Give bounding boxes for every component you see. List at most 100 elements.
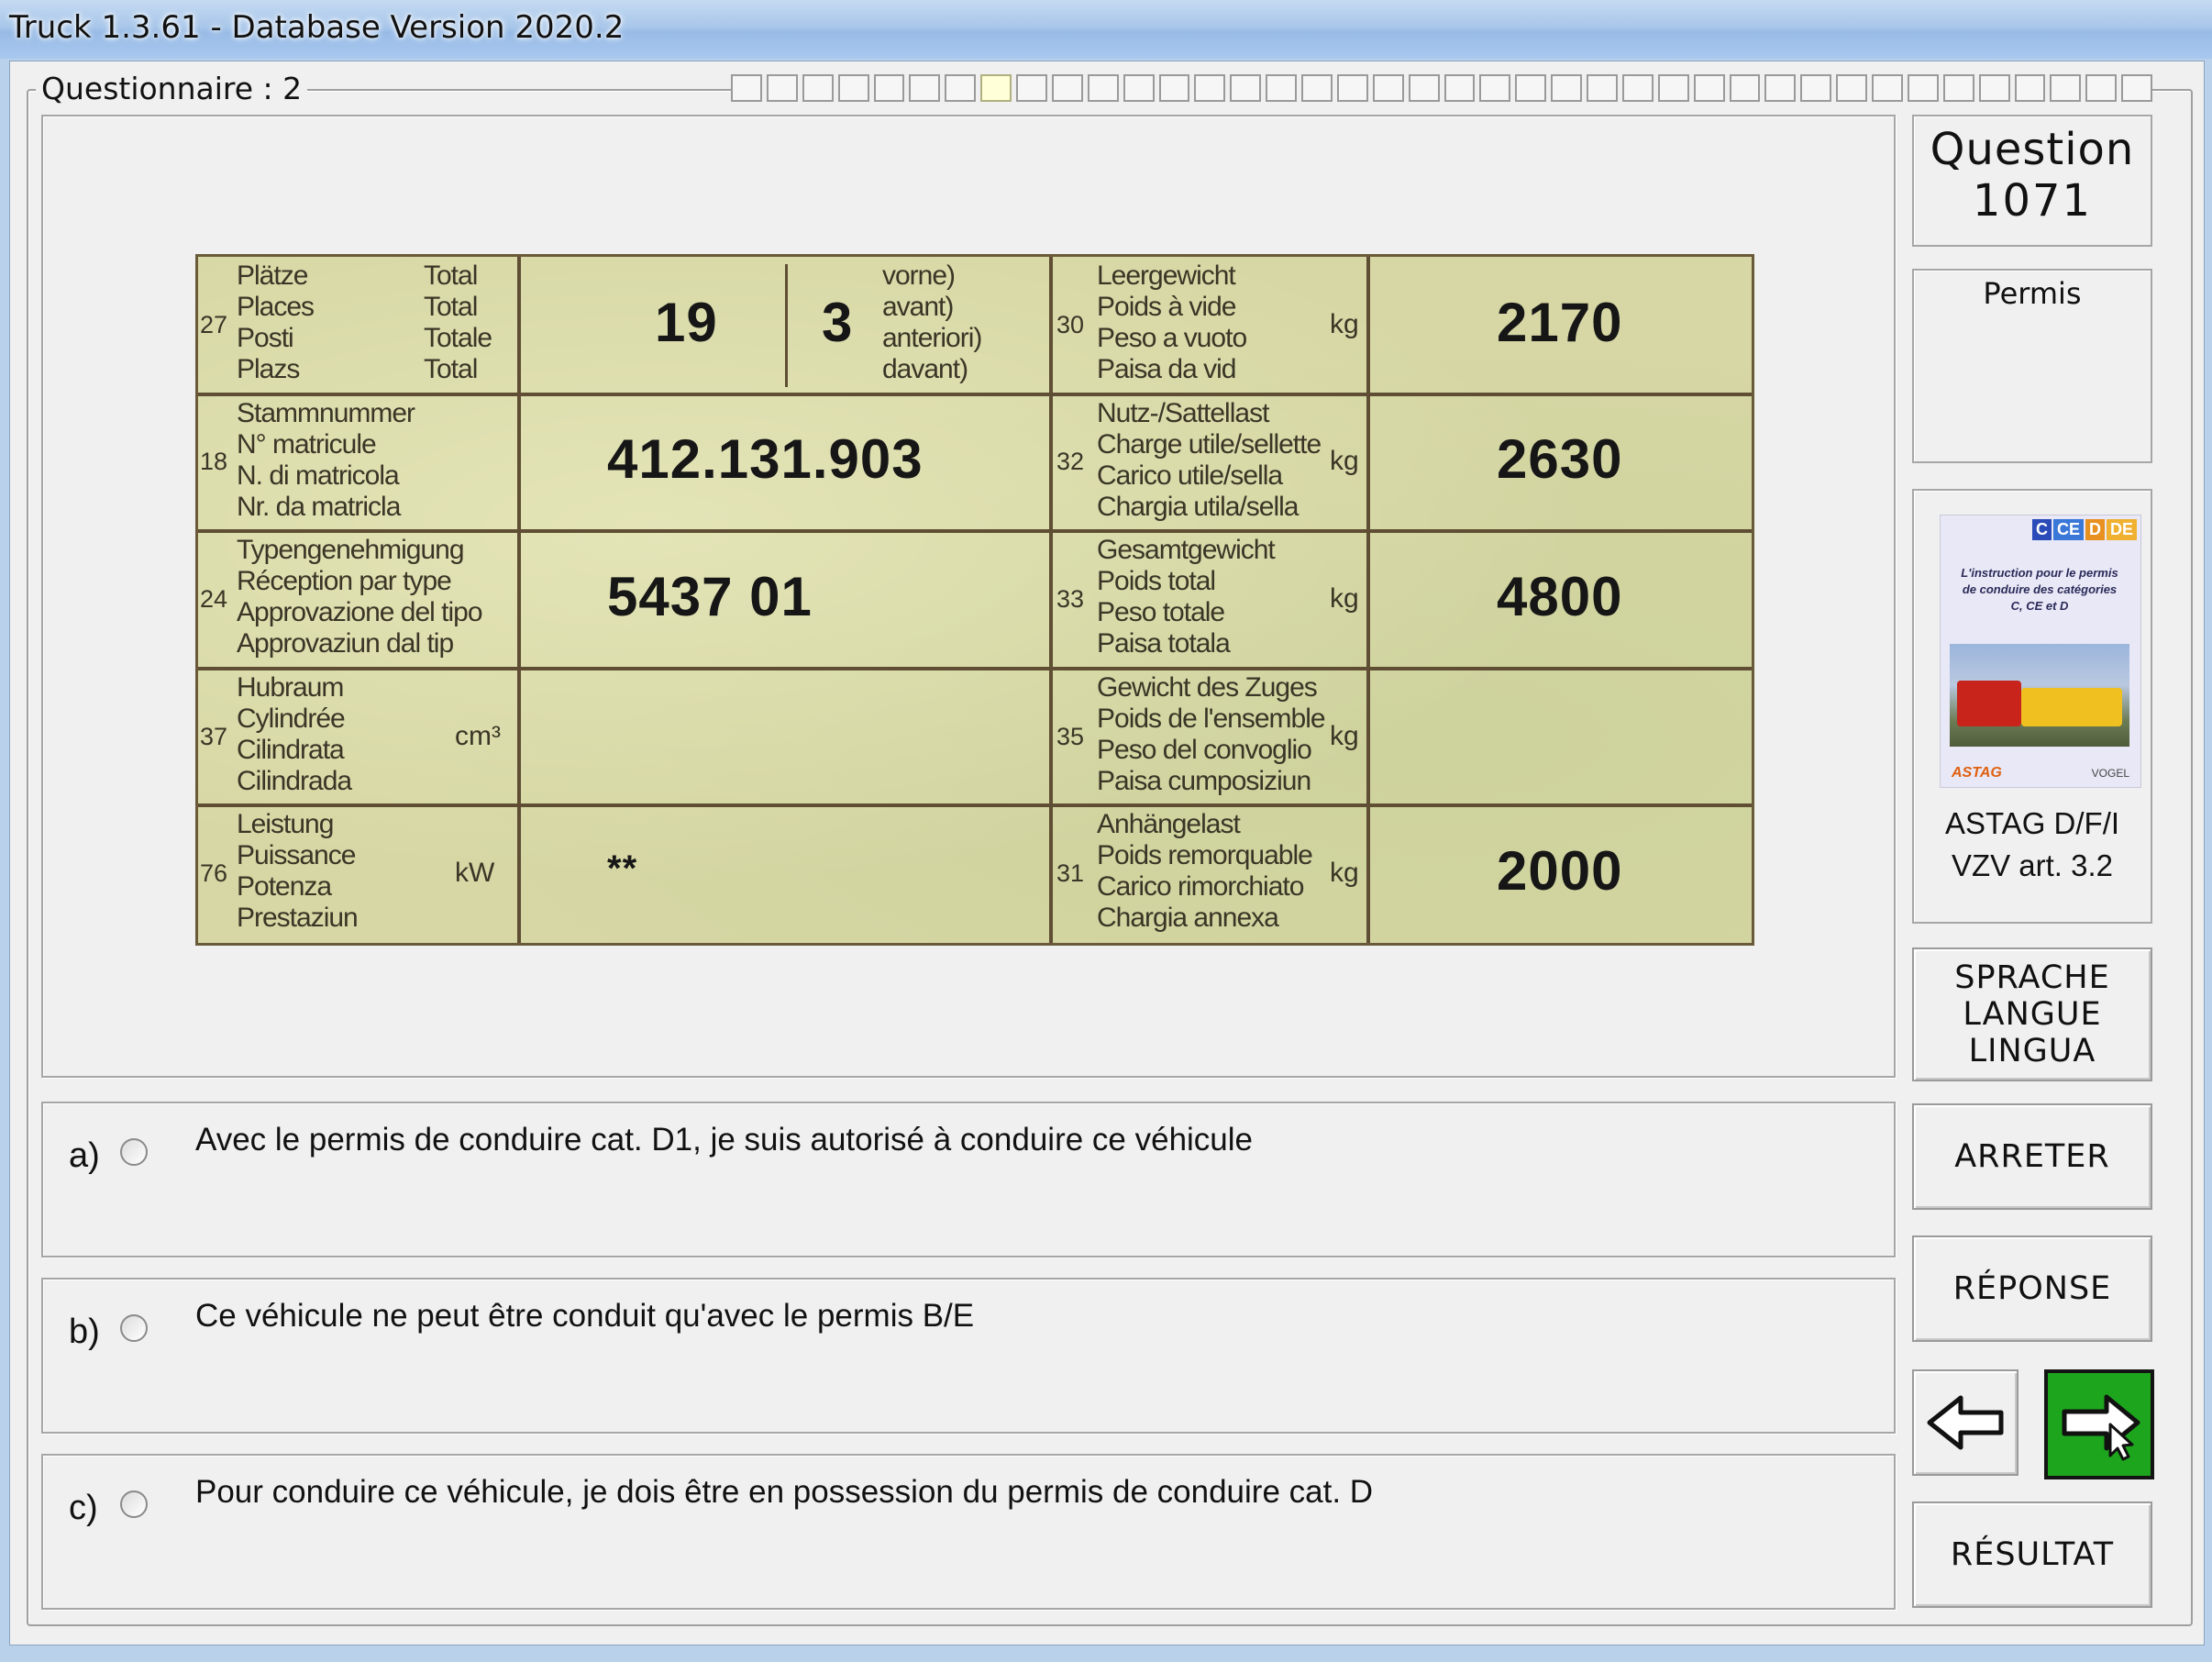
book-cover-text: L'instruction pour le permis de conduire… [1961,566,2118,613]
badge: DE [2106,519,2137,540]
field-label: Stammnummer [237,397,415,428]
field-unit: kg [1330,583,1359,614]
field-label: Carico utile/sella [1097,460,1283,491]
progress-segment [1942,74,1974,102]
progress-segment [1051,74,1083,102]
field-value-secondary: 3 [822,291,854,353]
field-label: Cilindrada [237,765,352,796]
answer-letter: a) [69,1136,100,1175]
answer-radio-a[interactable] [120,1138,148,1166]
field-label: Typengenehmigung [237,535,465,566]
next-button[interactable] [2044,1369,2154,1479]
answer-text: Pour conduire ce véhicule, je dois être … [195,1474,1374,1510]
table-row-divider [198,803,1752,808]
title-bar: Truck 1.3.61 - Database Version 2020.2 [0,0,2212,59]
field-number: 27 [200,310,228,338]
progress-segment [1764,74,1797,102]
answer-letter: c) [69,1489,98,1527]
progress-segment [873,74,905,102]
bus-shape [2021,688,2122,726]
field-unit: kg [1330,446,1359,477]
progress-segment [1479,74,1511,102]
progress-segment [1907,74,1939,102]
progress-segment [1621,74,1653,102]
field-label: Poids remorquable [1097,840,1313,871]
field-label: Poids de l'ensemble [1097,703,1326,734]
progress-segment [1515,74,1547,102]
field-number: 32 [1056,448,1085,476]
field-unit: kg [1330,308,1359,339]
progress-segment [837,74,869,102]
result-button[interactable]: RÉSULTAT [1912,1501,2152,1608]
progress-segment [1301,74,1333,102]
questionnaire-label: Questionnaire : 2 [36,71,308,106]
progress-segment [909,74,941,102]
answer-radio-c[interactable] [120,1490,148,1518]
field-label: Gesamtgewicht [1097,535,1276,566]
vehicle-registration-image: 27 Plätze Places Posti Plazs Total Total Totale… [195,254,1754,946]
field-label: Réception par type [237,566,452,597]
answer-letter: b) [69,1313,100,1351]
field-label: Carico rimorchiato [1097,871,1304,903]
field-label: Chargia utila/sella [1097,491,1299,522]
field-label: Plätze [237,260,308,291]
answer-option-b[interactable]: b) Ce véhicule ne peut être conduit qu'a… [41,1278,1896,1434]
publisher-logo-left: ASTAG [1952,765,2002,781]
table-row-divider [198,529,1752,534]
field-number: 31 [1056,859,1085,888]
field-number: 18 [200,448,228,476]
field-label: Plazs [237,354,300,384]
answer-radio-b[interactable] [120,1314,148,1342]
field-number: 24 [200,585,228,613]
badge: D [2085,519,2105,540]
progress-segment [1194,74,1226,102]
previous-button[interactable] [1912,1369,2018,1476]
answer-option-a[interactable]: a) Avec le permis de conduire cat. D1, j… [41,1102,1896,1258]
field-label-suffix: Total [424,260,478,291]
stop-button[interactable]: ARRETER [1912,1103,2152,1210]
progress-segment-current [980,74,1012,102]
language-label-it: LINGUA [1968,1033,2096,1069]
answer-text: Avec le permis de conduire cat. D1, je s… [195,1122,1254,1158]
window-title: Truck 1.3.61 - Database Version 2020.2 [9,9,625,46]
field-label: Peso a vuoto [1097,323,1247,353]
progress-segment [1230,74,1262,102]
question-number: 1071 [1972,175,2093,227]
table-column-divider [1049,257,1053,943]
answer-button[interactable]: RÉPONSE [1912,1235,2152,1342]
field-label-suffix: Totale [424,323,492,353]
field-label: Peso totale [1097,597,1225,628]
question-number-box: Question 1071 [1912,115,2152,247]
field-label: Paisa totala [1097,628,1231,659]
field-unit: kg [1330,720,1359,751]
field-value: ** [607,848,638,890]
answer-option-c[interactable]: c) Pour conduire ce véhicule, je dois êt… [41,1454,1896,1610]
field-unit: cm³ [455,720,501,751]
field-label: Poids à vide [1097,292,1236,322]
field-value: 19 [655,291,718,353]
table-row-divider [198,666,1752,670]
progress-segment [1978,74,2010,102]
progress-segment [1087,74,1119,102]
field-label: Nr. da matricla [237,491,401,522]
field-label: Prestaziun [237,903,359,934]
field-label: anteriori) [882,323,982,353]
progress-segment [1551,74,1582,102]
question-image-panel: 27 Plätze Places Posti Plazs Total Total Totale… [41,115,1896,1078]
field-label-suffix: Total [424,354,478,384]
progress-segment [1372,74,1404,102]
progress-segment [1408,74,1440,102]
field-label: Paisa da vid [1097,354,1236,384]
field-number: 33 [1056,585,1085,613]
progress-segment [1016,74,1047,102]
progress-segment [2050,74,2082,102]
field-label: Cilindrata [237,734,345,765]
progress-segment [1158,74,1190,102]
book-cover-image: C CE D DE L'instruction pour le permis d… [1940,515,2141,788]
field-label: Approvaziun dal tip [237,628,454,659]
field-number: 30 [1056,310,1085,338]
field-label: avant) [882,292,954,322]
progress-segment [2121,74,2152,102]
field-number: 35 [1056,722,1085,750]
language-button[interactable]: SPRACHE LANGUE LINGUA [1912,947,2152,1081]
